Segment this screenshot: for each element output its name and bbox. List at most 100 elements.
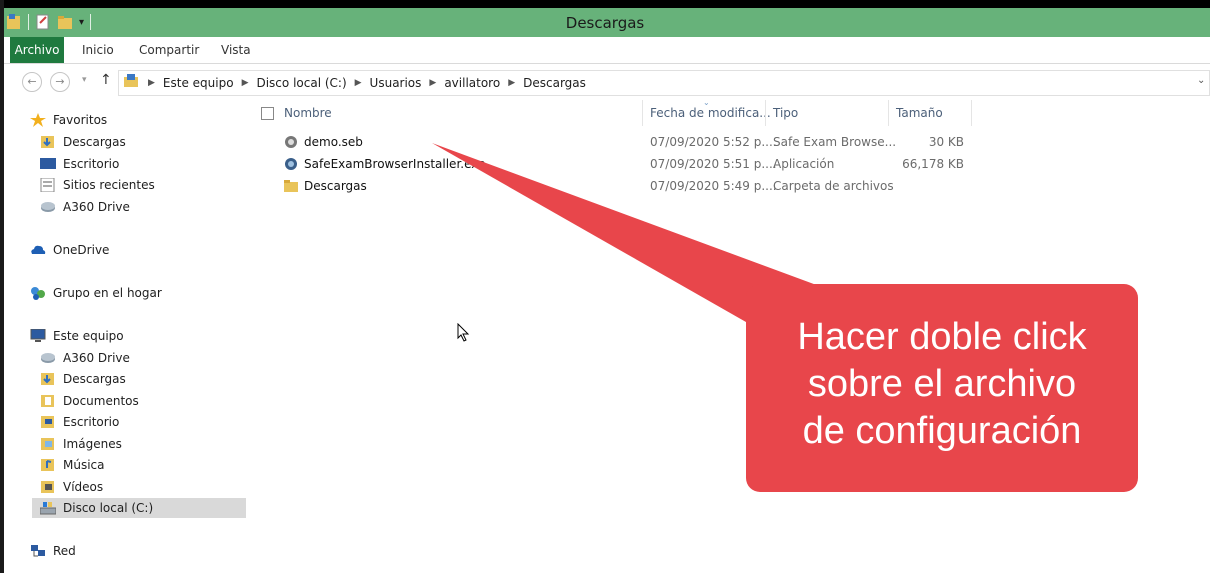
file-type: Safe Exam Browse... — [773, 135, 897, 149]
tab-vista[interactable]: Vista — [221, 40, 251, 60]
chevron-right-icon[interactable]: ▶ — [148, 78, 155, 88]
recent-places-icon — [40, 177, 56, 193]
sidebar-label: Red — [53, 544, 76, 558]
file-name-cell: SafeExamBrowserInstaller.exe — [284, 157, 485, 171]
sidebar-item-a360-drive[interactable]: A360 Drive — [40, 197, 130, 217]
column-nombre[interactable]: Nombre — [284, 106, 332, 120]
sidebar-item-videos[interactable]: Vídeos — [40, 477, 103, 497]
ribbon-tabs: Archivo Inicio Compartir Vista — [0, 37, 1210, 64]
sidebar-grupo-hogar[interactable]: Grupo en el hogar — [30, 283, 162, 303]
sidebar-label: Sitios recientes — [63, 178, 155, 192]
crumb-este-equipo[interactable]: Este equipo — [163, 76, 234, 90]
sidebar-label: A360 Drive — [63, 351, 130, 365]
mouse-cursor-icon — [457, 323, 470, 342]
file-type: Carpeta de archivos — [773, 179, 894, 193]
address-dropdown-icon[interactable]: ⌄ — [1197, 75, 1205, 86]
sidebar-label: Imágenes — [63, 437, 122, 451]
file-row-installer[interactable]: SafeExamBrowserInstaller.exe 07/09/2020 … — [248, 155, 1210, 175]
sidebar-item-musica[interactable]: Música — [40, 455, 105, 475]
local-disk-icon — [39, 501, 57, 515]
documents-folder-icon — [40, 394, 56, 408]
navigation-pane: Favoritos Descargas Escritorio Sitios re… — [0, 100, 248, 573]
sidebar-item-escritorio-2[interactable]: Escritorio — [40, 412, 119, 432]
instruction-callout: Hacer doble click sobre el archivo de co… — [746, 284, 1138, 492]
sidebar-item-escritorio[interactable]: Escritorio — [40, 154, 119, 174]
file-type: Aplicación — [773, 157, 835, 171]
file-name: SafeExamBrowserInstaller.exe — [304, 157, 486, 171]
column-tamano[interactable]: Tamaño — [896, 106, 943, 120]
downloads-folder-icon — [40, 372, 56, 386]
sidebar-item-descargas[interactable]: Descargas — [40, 132, 126, 152]
file-date: 07/09/2020 5:49 p.... — [650, 179, 777, 193]
sidebar-item-a360-drive-2[interactable]: A360 Drive — [40, 348, 130, 368]
recent-locations-icon[interactable]: ▾ — [82, 75, 87, 85]
sidebar-label: Favoritos — [53, 113, 108, 127]
column-divider[interactable] — [765, 100, 766, 126]
desktop-icon — [40, 157, 56, 171]
drive-icon — [40, 200, 56, 214]
star-icon — [30, 113, 46, 127]
file-row-demo-seb[interactable]: demo.seb 07/09/2020 5:52 p.... Safe Exam… — [248, 133, 1210, 153]
file-date: 07/09/2020 5:52 p.... — [650, 135, 777, 149]
file-row-descargas-folder[interactable]: Descargas 07/09/2020 5:49 p.... Carpeta … — [248, 177, 1210, 197]
sidebar-label: Grupo en el hogar — [53, 286, 162, 300]
column-divider[interactable] — [642, 100, 643, 126]
select-all-checkbox[interactable] — [261, 107, 274, 120]
column-tipo[interactable]: Tipo — [773, 106, 798, 120]
file-name: demo.seb — [304, 135, 363, 149]
file-name-cell: Descargas — [284, 179, 367, 193]
installer-icon — [284, 157, 298, 171]
file-name-cell: demo.seb — [284, 135, 363, 149]
sidebar-item-imagenes[interactable]: Imágenes — [40, 434, 122, 454]
sidebar-este-equipo[interactable]: Este equipo — [30, 326, 124, 346]
tab-archivo[interactable]: Archivo — [10, 37, 64, 63]
column-fecha[interactable]: Fecha de modifica... — [650, 106, 771, 120]
sidebar-label: Vídeos — [63, 480, 104, 494]
callout-text: Hacer doble click sobre el archivo de co… — [746, 314, 1138, 455]
callout-line: de configuración — [802, 410, 1082, 452]
file-size: 30 KB — [928, 135, 964, 149]
desktop-folder-icon — [40, 415, 56, 429]
sidebar-label: Descargas — [63, 372, 126, 386]
sidebar-item-sitios-recientes[interactable]: Sitios recientes — [40, 175, 155, 195]
pictures-folder-icon — [40, 437, 56, 451]
chevron-right-icon[interactable]: ▶ — [508, 78, 515, 88]
column-divider[interactable] — [888, 100, 889, 126]
title-bar: ▾ Descargas — [0, 8, 1210, 37]
top-border — [0, 0, 1210, 8]
homegroup-icon — [30, 286, 46, 300]
column-divider[interactable] — [971, 100, 972, 126]
up-arrow-icon[interactable]: ↑ — [100, 72, 112, 88]
crumb-avillatoro[interactable]: avillatoro — [444, 76, 500, 90]
sidebar-label: Descargas — [63, 135, 126, 149]
callout-line: Hacer doble click — [797, 316, 1087, 358]
sidebar-item-descargas-2[interactable]: Descargas — [40, 369, 126, 389]
sidebar-item-disco-local[interactable]: Disco local (C:) — [32, 498, 246, 518]
chevron-right-icon[interactable]: ▶ — [429, 78, 436, 88]
sidebar-label: Música — [63, 458, 105, 472]
sidebar-onedrive[interactable]: OneDrive — [30, 240, 109, 260]
music-folder-icon — [40, 458, 56, 472]
tab-compartir[interactable]: Compartir — [139, 40, 199, 60]
window-title: Descargas — [565, 14, 645, 32]
file-date: 07/09/2020 5:51 p.... — [650, 157, 777, 171]
left-edge — [0, 0, 4, 573]
chevron-right-icon[interactable]: ▶ — [355, 78, 362, 88]
tab-inicio[interactable]: Inicio — [82, 40, 114, 60]
sidebar-item-documentos[interactable]: Documentos — [40, 391, 139, 411]
forward-button[interactable]: → — [50, 72, 70, 92]
sidebar-favoritos[interactable]: Favoritos — [30, 110, 107, 130]
crumb-disco-local[interactable]: Disco local (C:) — [256, 76, 346, 90]
back-button[interactable]: ← — [22, 72, 42, 92]
crumb-descargas[interactable]: Descargas — [523, 76, 586, 90]
sidebar-red[interactable]: Red — [30, 541, 76, 561]
address-bar-row: ← → ▾ ↑ ▶ Este equipo ▶ Disco local (C:)… — [0, 64, 1210, 100]
file-size: 66,178 KB — [902, 157, 964, 171]
sidebar-label: Documentos — [63, 394, 139, 408]
chevron-right-icon[interactable]: ▶ — [242, 78, 249, 88]
cloud-icon — [30, 243, 46, 257]
sidebar-label: Este equipo — [53, 329, 124, 343]
column-header-row: Nombre ⌄ Fecha de modifica... Tipo Tamañ… — [248, 98, 1210, 130]
crumb-usuarios[interactable]: Usuarios — [370, 76, 422, 90]
seb-file-icon — [284, 135, 298, 149]
